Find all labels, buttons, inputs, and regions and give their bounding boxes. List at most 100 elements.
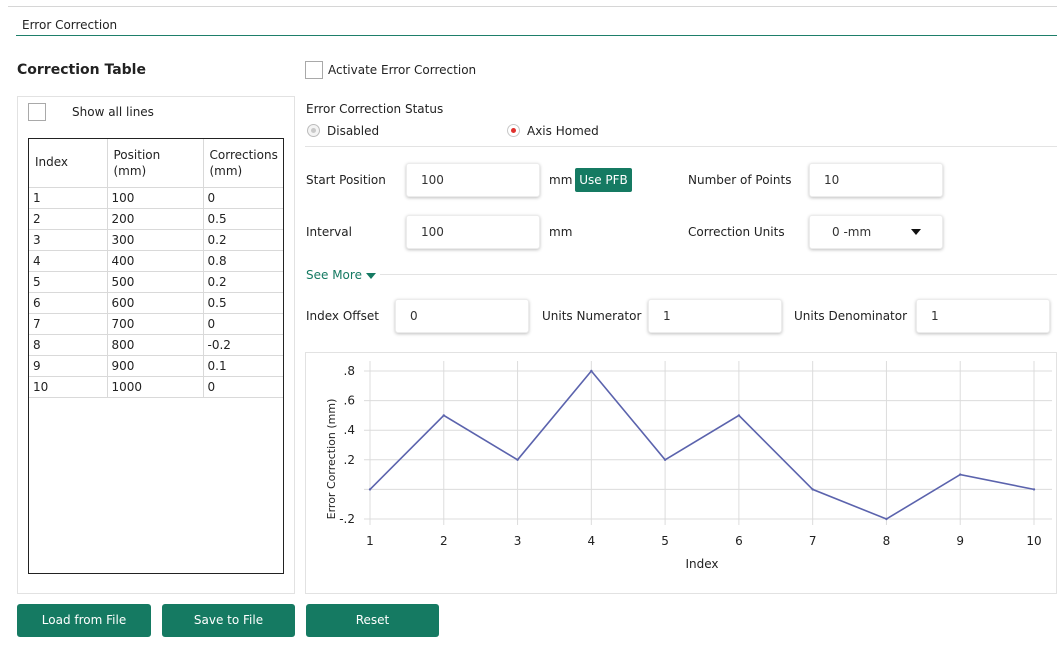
cell-correction[interactable]: 0	[203, 187, 283, 209]
data-point	[1032, 488, 1036, 491]
show-all-lines-label: Show all lines	[72, 105, 154, 119]
column-header-corrections[interactable]: Corrections (mm)	[203, 139, 283, 188]
cell-correction[interactable]: 0.5	[203, 208, 283, 230]
index-offset-label: Index Offset	[306, 309, 379, 323]
section-header	[8, 6, 1057, 36]
cell-position[interactable]: 200	[107, 208, 204, 230]
activate-error-correction-label: Activate Error Correction	[328, 63, 477, 77]
correction-table: Index Position (mm) Corrections (mm) 1 100 0…	[28, 138, 284, 574]
table-row[interactable]: 3 300 0.2	[29, 229, 283, 251]
correction-units-select[interactable]: 0 -mm	[809, 215, 943, 249]
x-tick-label: 4	[588, 534, 596, 548]
data-point	[590, 369, 593, 373]
y-tick-label: -.2	[339, 512, 355, 526]
radio-indicator	[511, 128, 516, 133]
y-tick-label: .6	[344, 394, 355, 408]
cell-correction[interactable]: 0.8	[203, 250, 283, 272]
show-all-lines-checkbox[interactable]	[28, 103, 46, 121]
table-row[interactable]: 9 900 0.1	[29, 355, 283, 377]
y-tick-label: .2	[344, 453, 355, 467]
status-disabled-label: Disabled	[327, 124, 380, 138]
data-point	[516, 458, 519, 461]
cell-correction[interactable]: 0.2	[203, 271, 283, 293]
radio-indicator	[311, 128, 316, 133]
table-row[interactable]: 6 600 0.5	[29, 292, 283, 314]
table-row[interactable]: 5 500 0.2	[29, 271, 283, 293]
cell-index[interactable]: 5	[29, 271, 108, 293]
data-point	[959, 473, 962, 476]
cell-correction[interactable]: 0.2	[203, 229, 283, 251]
y-axis-title: Error Correction (mm)	[325, 399, 338, 520]
error-correction-chart: -.2 .2 .4 .6 .8 1 2 3 4 5 6 7 8 9 10 Index Error Correct…	[325, 361, 1052, 571]
correction-units-label: Correction Units	[688, 225, 785, 239]
data-point	[737, 414, 741, 417]
cell-position[interactable]: 800	[107, 334, 204, 356]
y-tick-label: .4	[344, 423, 355, 437]
x-tick-label: 6	[735, 534, 743, 548]
use-pfb-button[interactable]: Use PFB	[575, 168, 632, 192]
status-axis-homed-radio[interactable]	[507, 124, 520, 137]
cell-correction[interactable]: 0	[203, 376, 283, 398]
data-point	[368, 488, 372, 491]
cell-index[interactable]: 3	[29, 229, 108, 251]
cell-position[interactable]: 300	[107, 229, 204, 251]
cell-correction[interactable]: 0	[203, 313, 283, 335]
cell-index[interactable]: 7	[29, 313, 108, 335]
table-row[interactable]: 10 1000 0	[29, 376, 283, 398]
save-to-file-button[interactable]: Save to File	[162, 604, 295, 637]
cell-position[interactable]: 900	[107, 355, 204, 377]
number-of-points-input[interactable]: 10	[809, 163, 943, 197]
cell-index[interactable]: 8	[29, 334, 108, 356]
cell-index[interactable]: 2	[29, 208, 108, 230]
series-line	[369, 369, 1035, 520]
load-from-file-button[interactable]: Load from File	[17, 604, 151, 637]
table-row[interactable]: 1 100 0	[29, 187, 283, 209]
units-denominator-label: Units Denominator	[794, 309, 908, 323]
x-tick-label: 1	[366, 534, 374, 548]
cell-position[interactable]: 1000	[107, 376, 204, 398]
cell-position[interactable]: 600	[107, 292, 204, 314]
column-header-position[interactable]: Position (mm)	[107, 139, 204, 188]
data-point	[811, 488, 814, 491]
section-underline	[16, 35, 1057, 36]
status-disabled-radio[interactable]	[307, 124, 320, 137]
number-of-points-label: Number of Points	[688, 173, 792, 187]
cell-correction[interactable]: 0.5	[203, 292, 283, 314]
cell-index[interactable]: 9	[29, 355, 108, 377]
data-point	[663, 458, 667, 461]
cell-correction[interactable]: 0.1	[203, 355, 283, 377]
data-point	[885, 517, 888, 521]
status-axis-homed-label: Axis Homed	[527, 124, 599, 138]
table-row[interactable]: 2 200 0.5	[29, 208, 283, 230]
cell-index[interactable]: 10	[29, 376, 108, 398]
interval-unit: mm	[549, 225, 573, 239]
x-tick-label: 2	[440, 534, 448, 548]
cell-position[interactable]: 700	[107, 313, 204, 335]
cell-index[interactable]: 6	[29, 292, 108, 314]
reset-button[interactable]: Reset	[306, 604, 439, 637]
table-row[interactable]: 4 400 0.8	[29, 250, 283, 272]
cell-position[interactable]: 400	[107, 250, 204, 272]
interval-input[interactable]: 100	[406, 215, 540, 249]
column-header-index[interactable]: Index	[29, 139, 108, 188]
x-tick-label: 7	[809, 534, 817, 548]
cell-correction[interactable]: -0.2	[203, 334, 283, 356]
index-offset-input[interactable]: 0	[395, 299, 529, 333]
y-tick-label: .8	[344, 364, 355, 378]
activate-error-correction-checkbox[interactable]	[305, 61, 323, 79]
cell-position[interactable]: 500	[107, 271, 204, 293]
cell-position[interactable]: 100	[107, 187, 204, 209]
table-row[interactable]: 8 800 -0.2	[29, 334, 283, 356]
units-numerator-input[interactable]: 1	[648, 299, 782, 333]
x-tick-label: 9	[956, 534, 964, 548]
cell-index[interactable]: 1	[29, 187, 108, 209]
data-point	[442, 414, 445, 417]
start-position-label: Start Position	[306, 173, 386, 187]
see-more-link[interactable]: See More	[306, 268, 362, 282]
units-denominator-input[interactable]: 1	[916, 299, 1050, 333]
start-position-input[interactable]: 100	[406, 163, 540, 197]
cell-index[interactable]: 4	[29, 250, 108, 272]
table-row[interactable]: 7 700 0	[29, 313, 283, 335]
chevron-down-icon[interactable]	[911, 229, 921, 235]
caret-down-icon[interactable]	[366, 273, 376, 279]
